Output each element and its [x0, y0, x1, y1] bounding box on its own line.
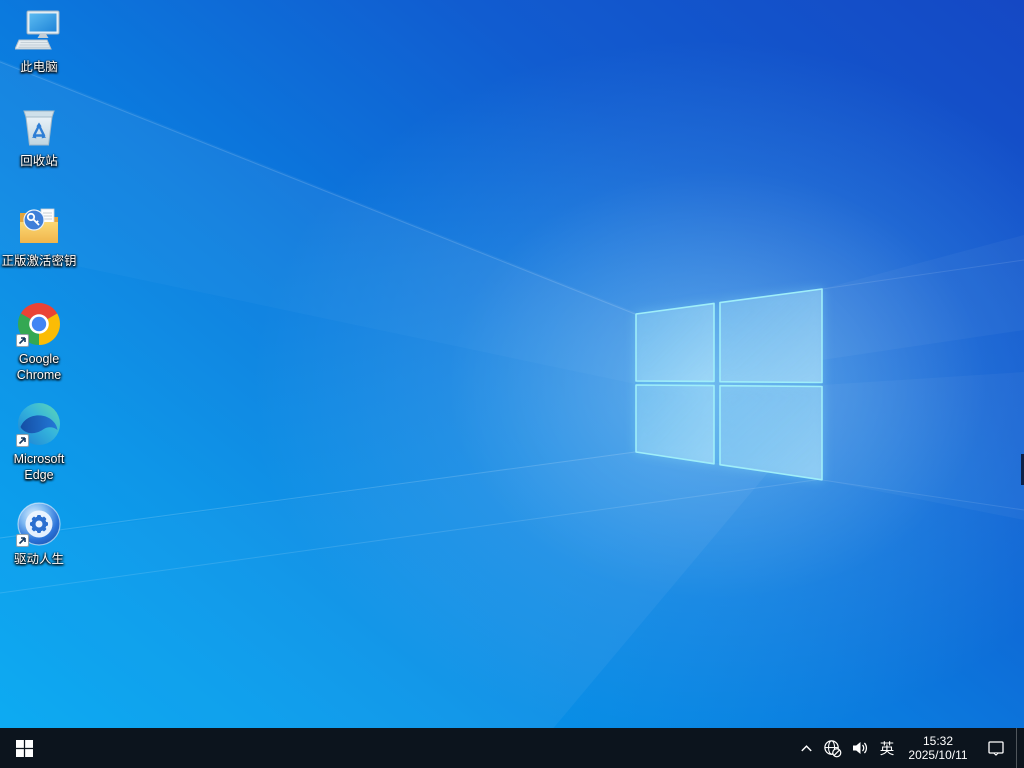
icon-label-activation-key-folder: 正版激活密钥 [1, 254, 77, 268]
icon-label-recycle-bin: 回收站 [20, 154, 58, 168]
wallpaper-windows-logo-art [0, 60, 1024, 768]
desktop-icon-microsoft-edge[interactable]: Microsoft Edge [1, 400, 77, 484]
start-button[interactable] [0, 728, 48, 768]
windows-logo-icon [15, 739, 33, 757]
globe-no-internet-icon [823, 739, 841, 757]
action-center-button[interactable] [976, 728, 1016, 768]
this-pc-icon [15, 8, 63, 56]
recycle-bin-icon [15, 102, 63, 150]
desktop-icon-this-pc[interactable]: 此电脑 [1, 8, 77, 75]
shortcut-arrow-icon [16, 534, 29, 547]
desktop-icon-driver-life[interactable]: 驱动人生 [1, 500, 77, 567]
clock-date: 2025/10/11 [908, 748, 968, 762]
icon-label-this-pc: 此电脑 [20, 60, 58, 74]
chrome-icon [15, 300, 63, 348]
taskbar-clock[interactable]: 15:32 2025/10/11 [900, 728, 976, 768]
desktop-icon-google-chrome[interactable]: Google Chrome [1, 300, 77, 384]
taskbar-empty-area [48, 728, 794, 768]
notification-bubble-icon [988, 741, 1004, 756]
icon-label-microsoft-edge: Microsoft Edge [13, 452, 65, 483]
volume-button[interactable] [846, 728, 874, 768]
gear-app-icon [15, 500, 63, 548]
icon-label-google-chrome: Google Chrome [16, 352, 62, 383]
network-status-button[interactable] [818, 728, 846, 768]
hidden-icons-button[interactable] [794, 728, 818, 768]
clock-time: 15:32 [922, 733, 954, 748]
taskbar: 英 15:32 2025/10/11 [0, 728, 1024, 768]
shortcut-arrow-icon [16, 434, 29, 447]
desktop: 此电脑 回收站 正版激活密钥 Google Chrome Microsoft E… [0, 0, 1024, 768]
speaker-icon [853, 742, 867, 754]
system-tray: 英 15:32 2025/10/11 [794, 728, 1024, 768]
show-desktop-button[interactable] [1016, 728, 1024, 768]
ime-language-indicator[interactable]: 英 [874, 728, 900, 768]
desktop-icon-activation-key-folder[interactable]: 正版激活密钥 [1, 202, 77, 269]
chevron-up-icon [800, 744, 812, 751]
folder-key-icon [15, 202, 63, 250]
edge-icon [15, 400, 63, 448]
icon-label-driver-life: 驱动人生 [13, 552, 64, 566]
desktop-icon-recycle-bin[interactable]: 回收站 [1, 102, 77, 169]
shortcut-arrow-icon [16, 334, 29, 347]
